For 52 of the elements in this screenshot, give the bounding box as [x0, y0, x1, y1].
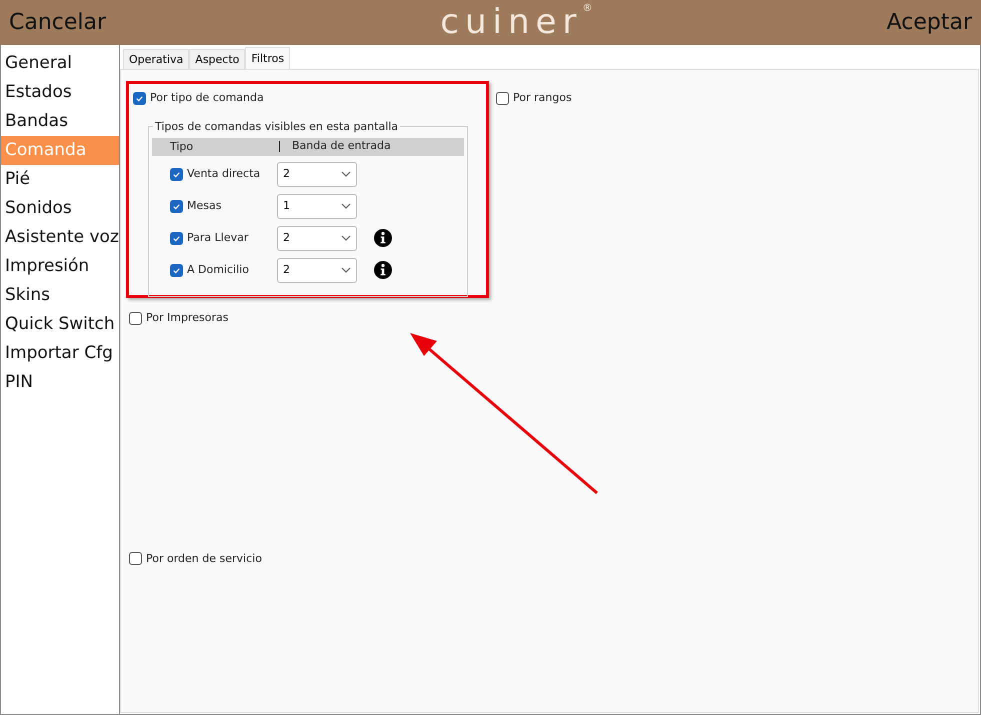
band-dropdown[interactable]: 2: [277, 162, 357, 186]
check-icon: [172, 234, 181, 242]
registered-mark: ®: [582, 2, 592, 16]
check-icon: [172, 202, 181, 210]
checkbox-label: Mesas: [187, 198, 222, 214]
checkbox-label: Por tipo de comanda: [150, 90, 264, 106]
checkbox[interactable]: [129, 552, 142, 566]
sidebar-item[interactable]: Impresión: [1, 252, 119, 281]
sidebar-item[interactable]: Bandas: [1, 107, 119, 136]
sidebar-item[interactable]: Quick Switch: [1, 310, 119, 339]
chevron-down-icon: [341, 171, 351, 177]
checkbox-label: Por rangos: [513, 90, 572, 106]
sidebar-item[interactable]: Estados: [1, 78, 119, 107]
tab[interactable]: Filtros: [245, 47, 290, 71]
checkbox[interactable]: [170, 264, 183, 276]
column-header: Tipo: [170, 141, 280, 152]
sidebar-item[interactable]: Pié: [1, 165, 119, 194]
band-dropdown[interactable]: 2: [277, 258, 357, 282]
checkbox[interactable]: [129, 312, 142, 325]
accept-button[interactable]: Aceptar: [886, 6, 972, 39]
group-title: Tipos de comandas visibles en esta pantalla: [153, 118, 400, 135]
chevron-down-icon: [341, 267, 351, 273]
sidebar-item[interactable]: Importar Cfg: [1, 339, 119, 368]
info-icon[interactable]: [374, 261, 392, 279]
sidebar-item[interactable]: Sonidos: [1, 194, 119, 223]
tab[interactable]: Aspecto: [189, 49, 246, 71]
checkbox[interactable]: [496, 92, 509, 105]
column-header: Banda de entrada: [292, 138, 391, 154]
sidebar-item[interactable]: Skins: [1, 281, 119, 310]
checkbox-label: Por Impresoras: [146, 310, 228, 326]
checkbox-label: Venta directa: [187, 166, 260, 182]
checkbox[interactable]: [170, 168, 183, 180]
logo: cuiner: [440, 1, 582, 44]
checkbox-label: A Domicilio: [187, 262, 249, 278]
band-dropdown[interactable]: 1: [277, 194, 357, 218]
sidebar-item[interactable]: Asistente voz: [1, 223, 119, 252]
band-dropdown[interactable]: 2: [277, 226, 357, 250]
cancel-button[interactable]: Cancelar: [9, 6, 106, 39]
checkbox[interactable]: [170, 200, 183, 212]
info-icon[interactable]: [374, 229, 392, 247]
chevron-down-icon: [341, 235, 351, 241]
sidebar-item[interactable]: PIN: [1, 368, 119, 397]
checkbox[interactable]: [133, 92, 146, 105]
checkbox-label: Por orden de servicio: [146, 550, 262, 566]
check-icon: [172, 266, 181, 274]
tab[interactable]: Operativa: [123, 49, 190, 71]
checkbox[interactable]: [170, 232, 183, 244]
check-icon: [135, 94, 144, 103]
checkbox-label: Para Llevar: [187, 230, 248, 246]
sidebar-item[interactable]: General: [1, 49, 119, 78]
check-icon: [172, 170, 181, 178]
chevron-down-icon: [341, 203, 351, 209]
